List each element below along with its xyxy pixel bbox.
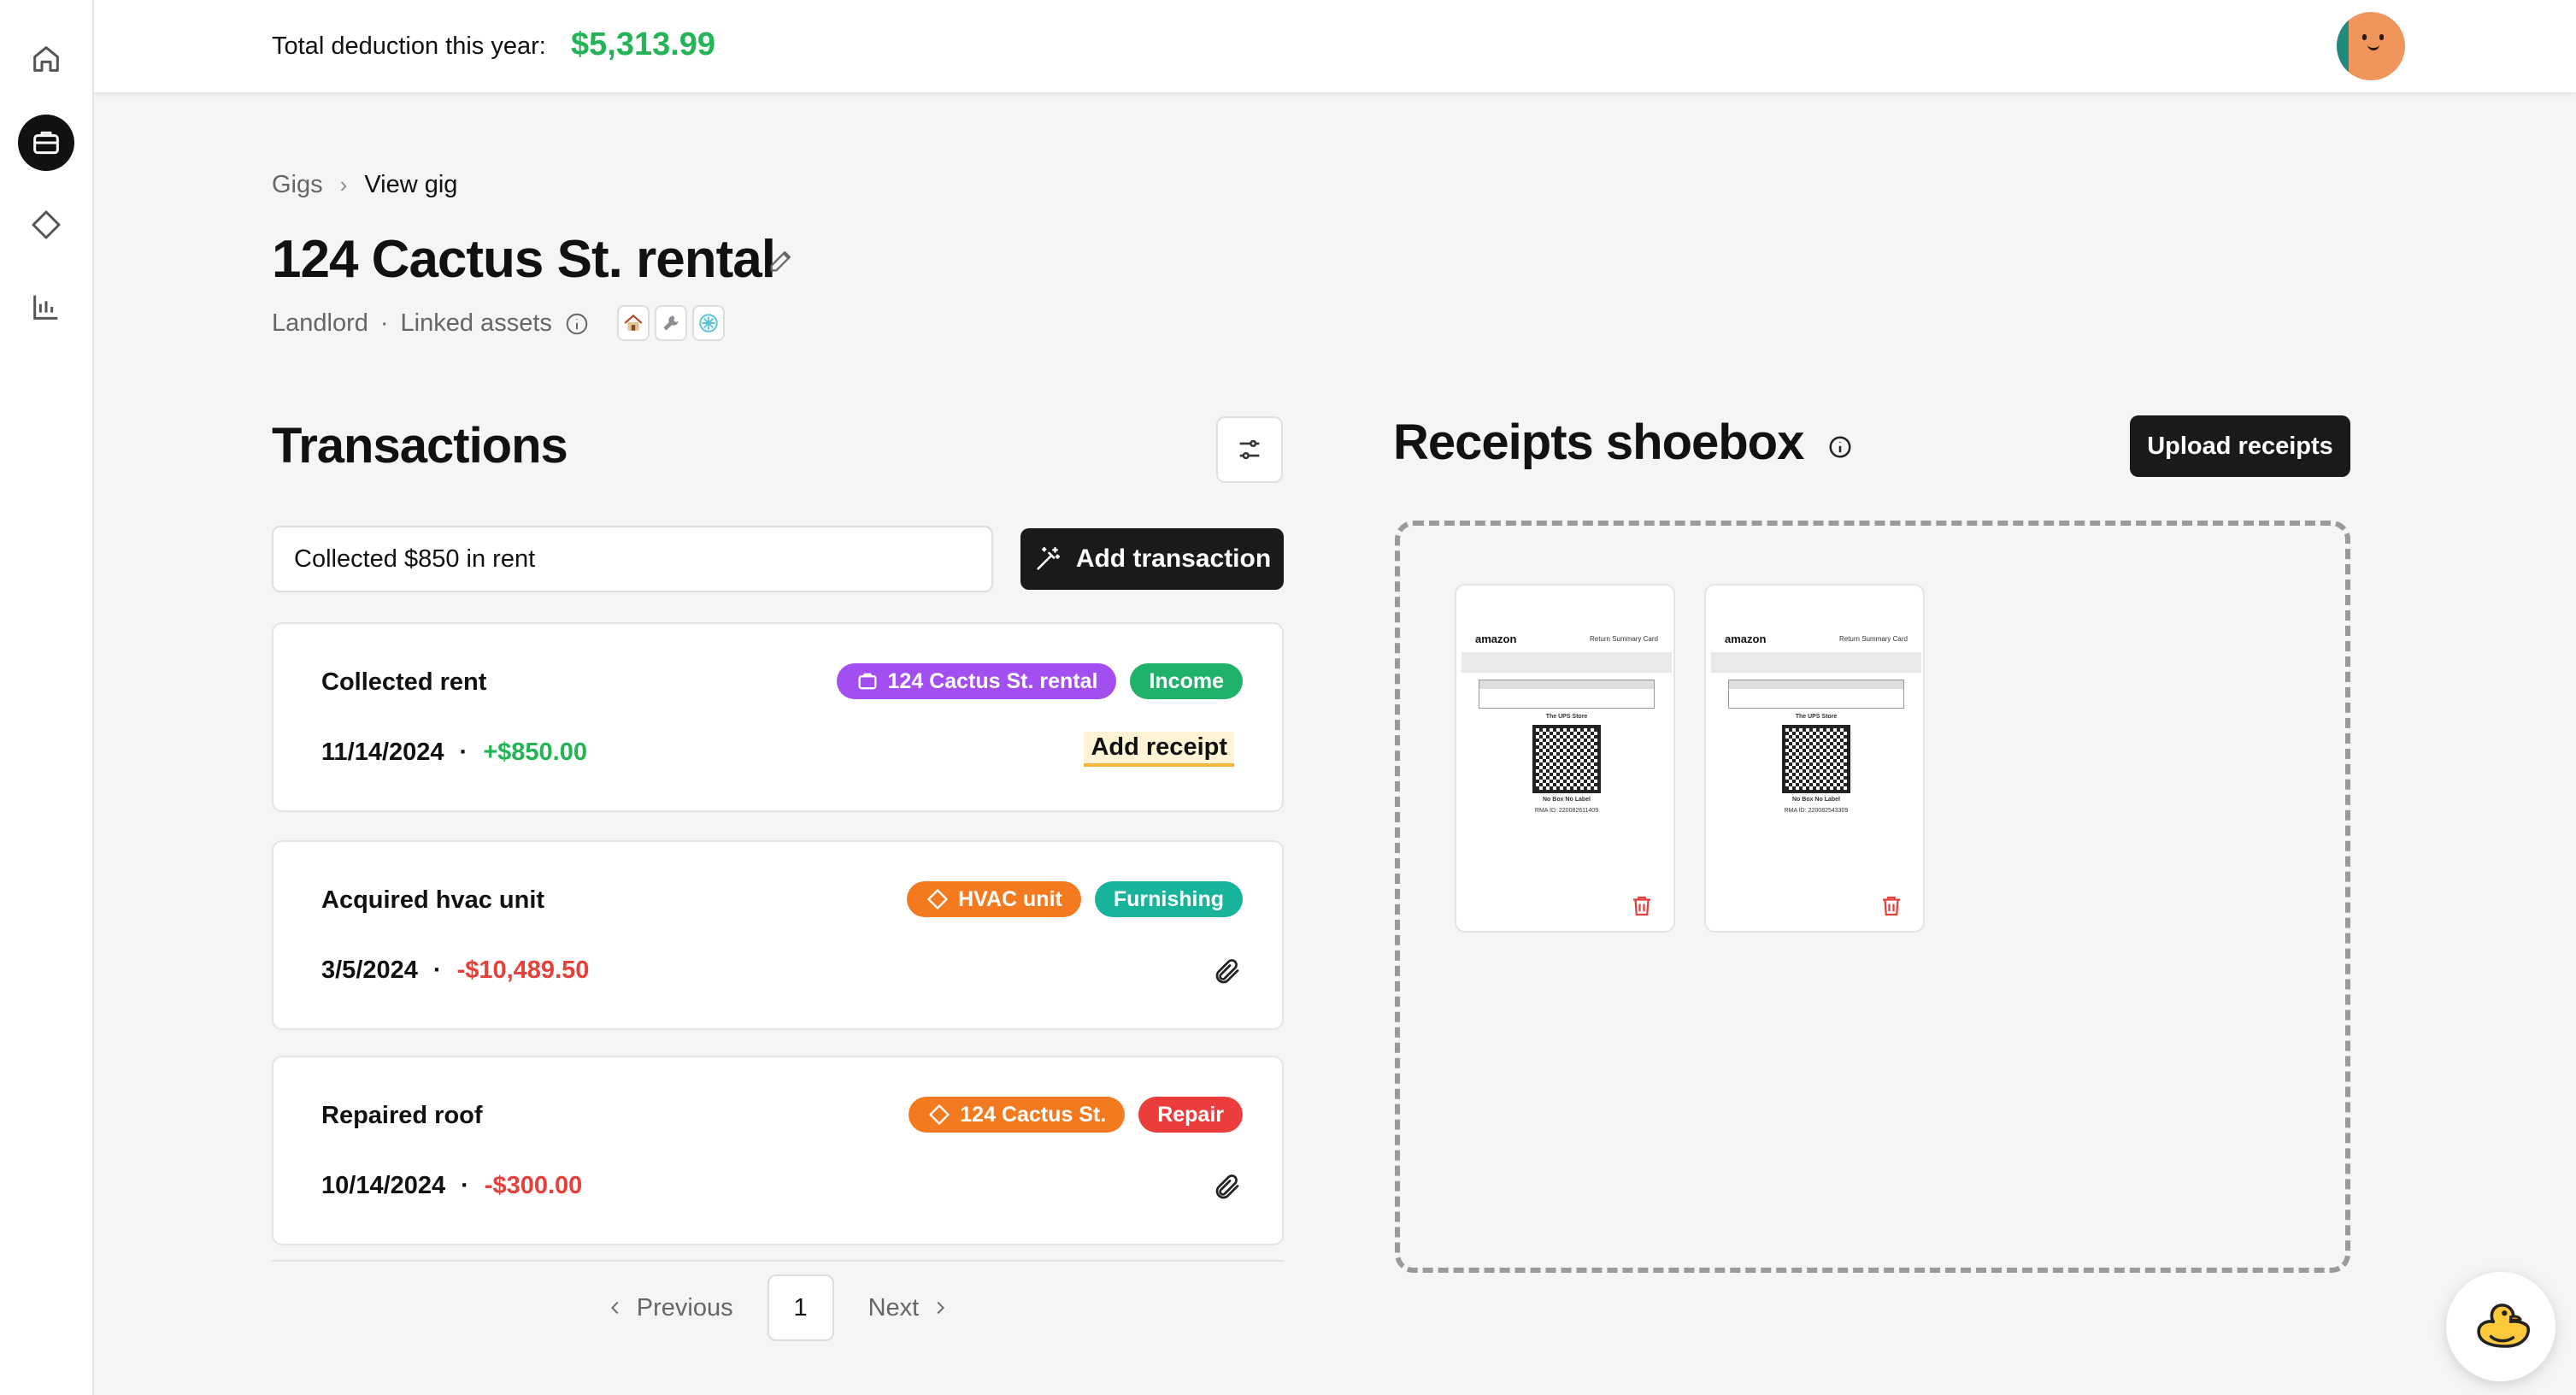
nav-home-button[interactable]	[18, 31, 74, 87]
transaction-card[interactable]: Collected rent 124 Cactus St. rental Inc…	[272, 622, 1284, 812]
duck-icon	[2477, 1304, 2531, 1348]
transaction-card[interactable]: Repaired roof 124 Cactus St. Repair 10/1…	[272, 1056, 1284, 1245]
add-transaction-button[interactable]: Add transaction	[1020, 528, 1284, 590]
transaction-name: Repaired roof	[321, 1102, 483, 1129]
transaction-card[interactable]: Acquired hvac unit HVAC unit Furnishing …	[272, 840, 1284, 1030]
add-receipt-link[interactable]: Add receipt	[1084, 732, 1234, 767]
receipt-document: amazon Return Summary Card The UPS Store …	[1711, 628, 1921, 876]
receipt-thumbnail[interactable]: amazon Return Summary Card The UPS Store …	[1704, 584, 1925, 933]
transaction-name: Collected rent	[321, 668, 487, 696]
breadcrumb-current: View gig	[364, 171, 458, 198]
diamond-icon	[929, 1104, 950, 1125]
top-bar: Total deduction this year: $5,313.99	[94, 0, 2576, 94]
transaction-date: 3/5/2024	[321, 956, 418, 984]
transaction-meta: 3/5/2024 · -$10,489.50	[321, 956, 589, 985]
info-icon[interactable]	[564, 311, 590, 337]
receipt-document: amazon Return Summary Card The UPS Store …	[1461, 628, 1672, 876]
linked-assets	[617, 305, 725, 341]
transaction-tags: HVAC unit Furnishing	[907, 881, 1243, 917]
bar-chart-icon	[33, 295, 58, 320]
chevron-right-icon: ›	[339, 172, 348, 197]
receipts-title: Receipts shoebox	[1393, 415, 1804, 470]
transaction-date: 10/14/2024	[321, 1172, 446, 1199]
asset-tag[interactable]: 124 Cactus St.	[909, 1097, 1126, 1133]
add-transaction-label: Add transaction	[1075, 544, 1272, 573]
transaction-name: Acquired hvac unit	[321, 886, 545, 914]
total-deduction-value: $5,313.99	[571, 26, 716, 62]
sidebar	[0, 0, 94, 1395]
separator-dot: ·	[432, 956, 442, 984]
upload-receipts-button[interactable]: Upload receipts	[2130, 415, 2350, 477]
trash-icon[interactable]	[1629, 893, 1655, 919]
briefcase-icon	[33, 131, 59, 155]
wrench-icon[interactable]	[655, 305, 687, 341]
paperclip-icon[interactable]	[1212, 1172, 1243, 1203]
total-deduction-label: Total deduction this year:	[272, 32, 546, 60]
receipts-dropzone[interactable]: amazon Return Summary Card The UPS Store …	[1395, 521, 2350, 1273]
category-tag[interactable]: Repair	[1138, 1097, 1243, 1133]
category-tag[interactable]: Income	[1130, 663, 1243, 699]
category-tag[interactable]: Furnishing	[1094, 881, 1243, 917]
filter-button[interactable]	[1216, 416, 1283, 483]
qr-code	[1782, 725, 1850, 793]
previous-page-button[interactable]: Previous	[606, 1294, 733, 1322]
gig-subtitle: Landlord · Linked assets	[272, 309, 590, 338]
transaction-amount: -$10,489.50	[456, 956, 590, 984]
transaction-amount: +$850.00	[483, 739, 587, 766]
sliders-icon	[1239, 439, 1260, 460]
magic-wand-icon	[1037, 546, 1060, 570]
assistant-duck-button[interactable]	[2446, 1272, 2555, 1381]
separator-dot: ·	[459, 739, 468, 766]
nav-assets-button[interactable]	[18, 197, 74, 253]
qr-code	[1532, 725, 1601, 793]
user-avatar[interactable]	[2337, 12, 2405, 80]
transaction-meta: 11/14/2024 · +$850.00	[321, 739, 587, 767]
trash-icon[interactable]	[1879, 893, 1904, 919]
diamond-icon	[32, 210, 61, 239]
asset-tag[interactable]: HVAC unit	[907, 881, 1081, 917]
diamond-icon	[927, 889, 948, 909]
pagination: Previous 1 Next	[272, 1260, 1284, 1354]
receipt-thumbnail[interactable]: amazon Return Summary Card The UPS Store …	[1455, 584, 1675, 933]
transactions-title: Transactions	[272, 418, 568, 474]
linked-assets-label: Linked assets	[400, 309, 552, 337]
pencil-icon[interactable]	[767, 246, 796, 275]
breadcrumb-gigs-link[interactable]: Gigs	[272, 171, 323, 199]
home-icon	[33, 46, 59, 72]
chevron-right-icon	[937, 1301, 945, 1315]
paperclip-icon[interactable]	[1212, 956, 1243, 987]
briefcase-icon	[858, 673, 877, 690]
chevron-left-icon	[610, 1301, 619, 1315]
transaction-amount: -$300.00	[484, 1172, 583, 1199]
page-number-button[interactable]: 1	[767, 1274, 834, 1341]
transaction-input[interactable]	[272, 526, 993, 592]
gig-tag[interactable]: 124 Cactus St. rental	[836, 663, 1117, 699]
nav-gigs-button[interactable]	[18, 115, 74, 171]
transaction-tags: 124 Cactus St. rental Income	[836, 663, 1243, 699]
page-title: 124 Cactus St. rental	[272, 230, 776, 289]
info-icon[interactable]	[1827, 434, 1853, 460]
separator-dot: ·	[461, 1172, 469, 1199]
nav-reports-button[interactable]	[18, 279, 74, 335]
transaction-tags: 124 Cactus St. Repair	[909, 1097, 1243, 1133]
house-icon[interactable]	[617, 305, 650, 341]
breadcrumb: Gigs › View gig	[272, 171, 457, 199]
separator-dot: ·	[379, 309, 389, 337]
transaction-meta: 10/14/2024 · -$300.00	[321, 1172, 582, 1200]
next-page-button[interactable]: Next	[868, 1294, 950, 1322]
gig-role: Landlord	[272, 309, 368, 337]
transaction-date: 11/14/2024	[321, 739, 444, 766]
snowflake-icon[interactable]	[692, 305, 725, 341]
